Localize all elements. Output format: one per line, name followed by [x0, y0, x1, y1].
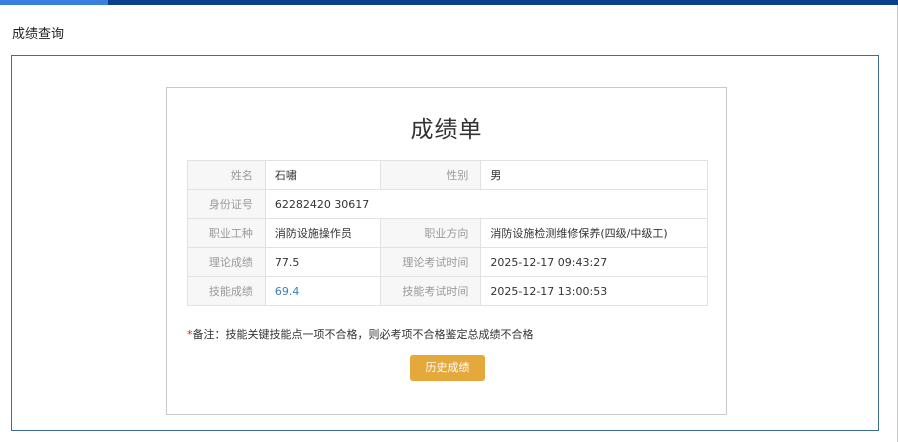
id-number-value: 62282420 30617 [264, 189, 709, 219]
gender-value: 男 [480, 160, 708, 190]
card-title: 成绩单 [410, 117, 483, 143]
top-bar [0, 0, 898, 5]
id-number-label: 身份证号 [187, 189, 266, 219]
score-table: 姓名 石嘯 性别 男 身份证号 62282420 30617 职业工种 消防设施… [187, 160, 709, 306]
name-value: 石嘯 [264, 160, 381, 190]
theory-time-label: 理论考试时间 [379, 247, 482, 277]
theory-time-value: 2025-12-17 09:43:27 [480, 247, 708, 277]
occupation-value: 消防设施操作员 [264, 218, 381, 248]
remark-note: *备注：技能关键技能点一项不合格，则必考项不合格鉴定总成绩不合格 [187, 326, 534, 342]
content-panel: 成绩单 姓名 石嘯 性别 男 身份证号 62282420 30617 职业工种 … [11, 55, 879, 431]
occupation-label: 职业工种 [187, 218, 266, 248]
table-row-name: 姓名 石嘯 性别 男 [187, 160, 708, 190]
table-row-theory: 理论成绩 77.5 理论考试时间 2025-12-17 09:43:27 [187, 247, 708, 277]
table-row-skill: 技能成绩 69.4 技能考试时间 2025-12-17 13:00:53 [187, 276, 708, 306]
direction-label: 职业方向 [379, 218, 482, 248]
score-card: 成绩单 姓名 石嘯 性别 男 身份证号 62282420 30617 职业工种 … [166, 87, 727, 415]
theory-score-label: 理论成绩 [187, 247, 266, 277]
name-label: 姓名 [187, 160, 266, 190]
history-score-button[interactable]: 历史成绩 [410, 355, 485, 381]
page-title: 成绩查询 [12, 27, 65, 42]
theory-score-value: 77.5 [264, 247, 381, 277]
skill-time-label: 技能考试时间 [379, 276, 482, 306]
remark-text: 备注：技能关键技能点一项不合格，则必考项不合格鉴定总成绩不合格 [192, 328, 534, 341]
top-bar-accent [0, 0, 108, 5]
direction-value: 消防设施检测维修保养(四级/中级工) [480, 218, 708, 248]
skill-score-label: 技能成绩 [187, 276, 266, 306]
gender-label: 性别 [379, 160, 482, 190]
table-row-id: 身份证号 62282420 30617 [187, 189, 709, 219]
skill-time-value: 2025-12-17 13:00:53 [480, 276, 708, 306]
table-row-occupation: 职业工种 消防设施操作员 职业方向 消防设施检测维修保养(四级/中级工) [187, 218, 708, 248]
skill-score-link[interactable]: 69.4 [264, 276, 381, 306]
